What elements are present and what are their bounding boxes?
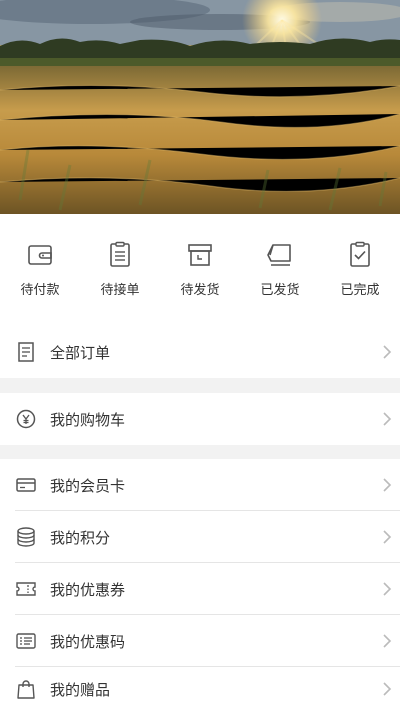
status-shipped[interactable]: 已发货 — [240, 214, 320, 326]
coins-stack-icon — [17, 527, 35, 547]
gift-bag-icon — [17, 680, 35, 699]
status-label: 待接单 — [100, 283, 140, 298]
menu-label: 我的购物车 — [50, 410, 126, 429]
code-card-icon — [16, 633, 36, 649]
clipboard-list-icon — [110, 241, 130, 267]
menu-label: 我的积分 — [50, 528, 111, 547]
status-completed[interactable]: 已完成 — [320, 214, 400, 326]
menu-cart[interactable]: 我的购物车 — [0, 393, 400, 445]
menu-label: 我的优惠码 — [50, 632, 126, 651]
status-pending-payment[interactable]: 待付款 — [0, 214, 80, 326]
wallet-icon — [28, 245, 52, 265]
box-icon — [188, 244, 212, 266]
section-gap — [0, 378, 400, 393]
status-label: 待付款 — [20, 283, 60, 298]
chevron-right-icon — [383, 682, 392, 696]
menu-member-card[interactable]: 我的会员卡 — [0, 459, 400, 511]
menu-points[interactable]: 我的积分 — [0, 511, 400, 563]
status-label: 待发货 — [180, 283, 220, 298]
order-status-bar: 待付款 待接单 待发货 已发货 已完成 — [0, 214, 400, 326]
menu-label: 我的优惠券 — [50, 580, 126, 599]
banner-image — [0, 0, 400, 214]
menu-coupons[interactable]: 我的优惠券 — [0, 563, 400, 615]
chevron-right-icon — [383, 412, 392, 426]
chevron-right-icon — [383, 345, 392, 359]
menu-label: 我的赠品 — [50, 680, 111, 699]
status-label: 已发货 — [260, 283, 300, 298]
menu-gifts[interactable]: 我的赠品 — [0, 667, 400, 711]
menu-label: 我的会员卡 — [50, 476, 126, 495]
chevron-right-icon — [383, 634, 392, 648]
section-gap — [0, 445, 400, 459]
status-pending-accept[interactable]: 待接单 — [80, 214, 160, 326]
wheat-field-illustration — [0, 0, 400, 214]
card-icon — [16, 478, 36, 492]
chevron-right-icon — [383, 530, 392, 544]
menu-all-orders[interactable]: 全部订单 — [0, 326, 400, 378]
truck-icon — [267, 244, 291, 266]
menu-promo-code[interactable]: 我的优惠码 — [0, 615, 400, 667]
chevron-right-icon — [383, 478, 392, 492]
yuan-coin-icon — [16, 409, 36, 429]
menu-label: 全部订单 — [50, 343, 111, 362]
status-pending-shipment[interactable]: 待发货 — [160, 214, 240, 326]
status-label: 已完成 — [340, 283, 380, 298]
clipboard-check-icon — [350, 241, 370, 267]
ticket-icon — [16, 582, 36, 596]
document-icon — [18, 342, 34, 362]
chevron-right-icon — [383, 582, 392, 596]
